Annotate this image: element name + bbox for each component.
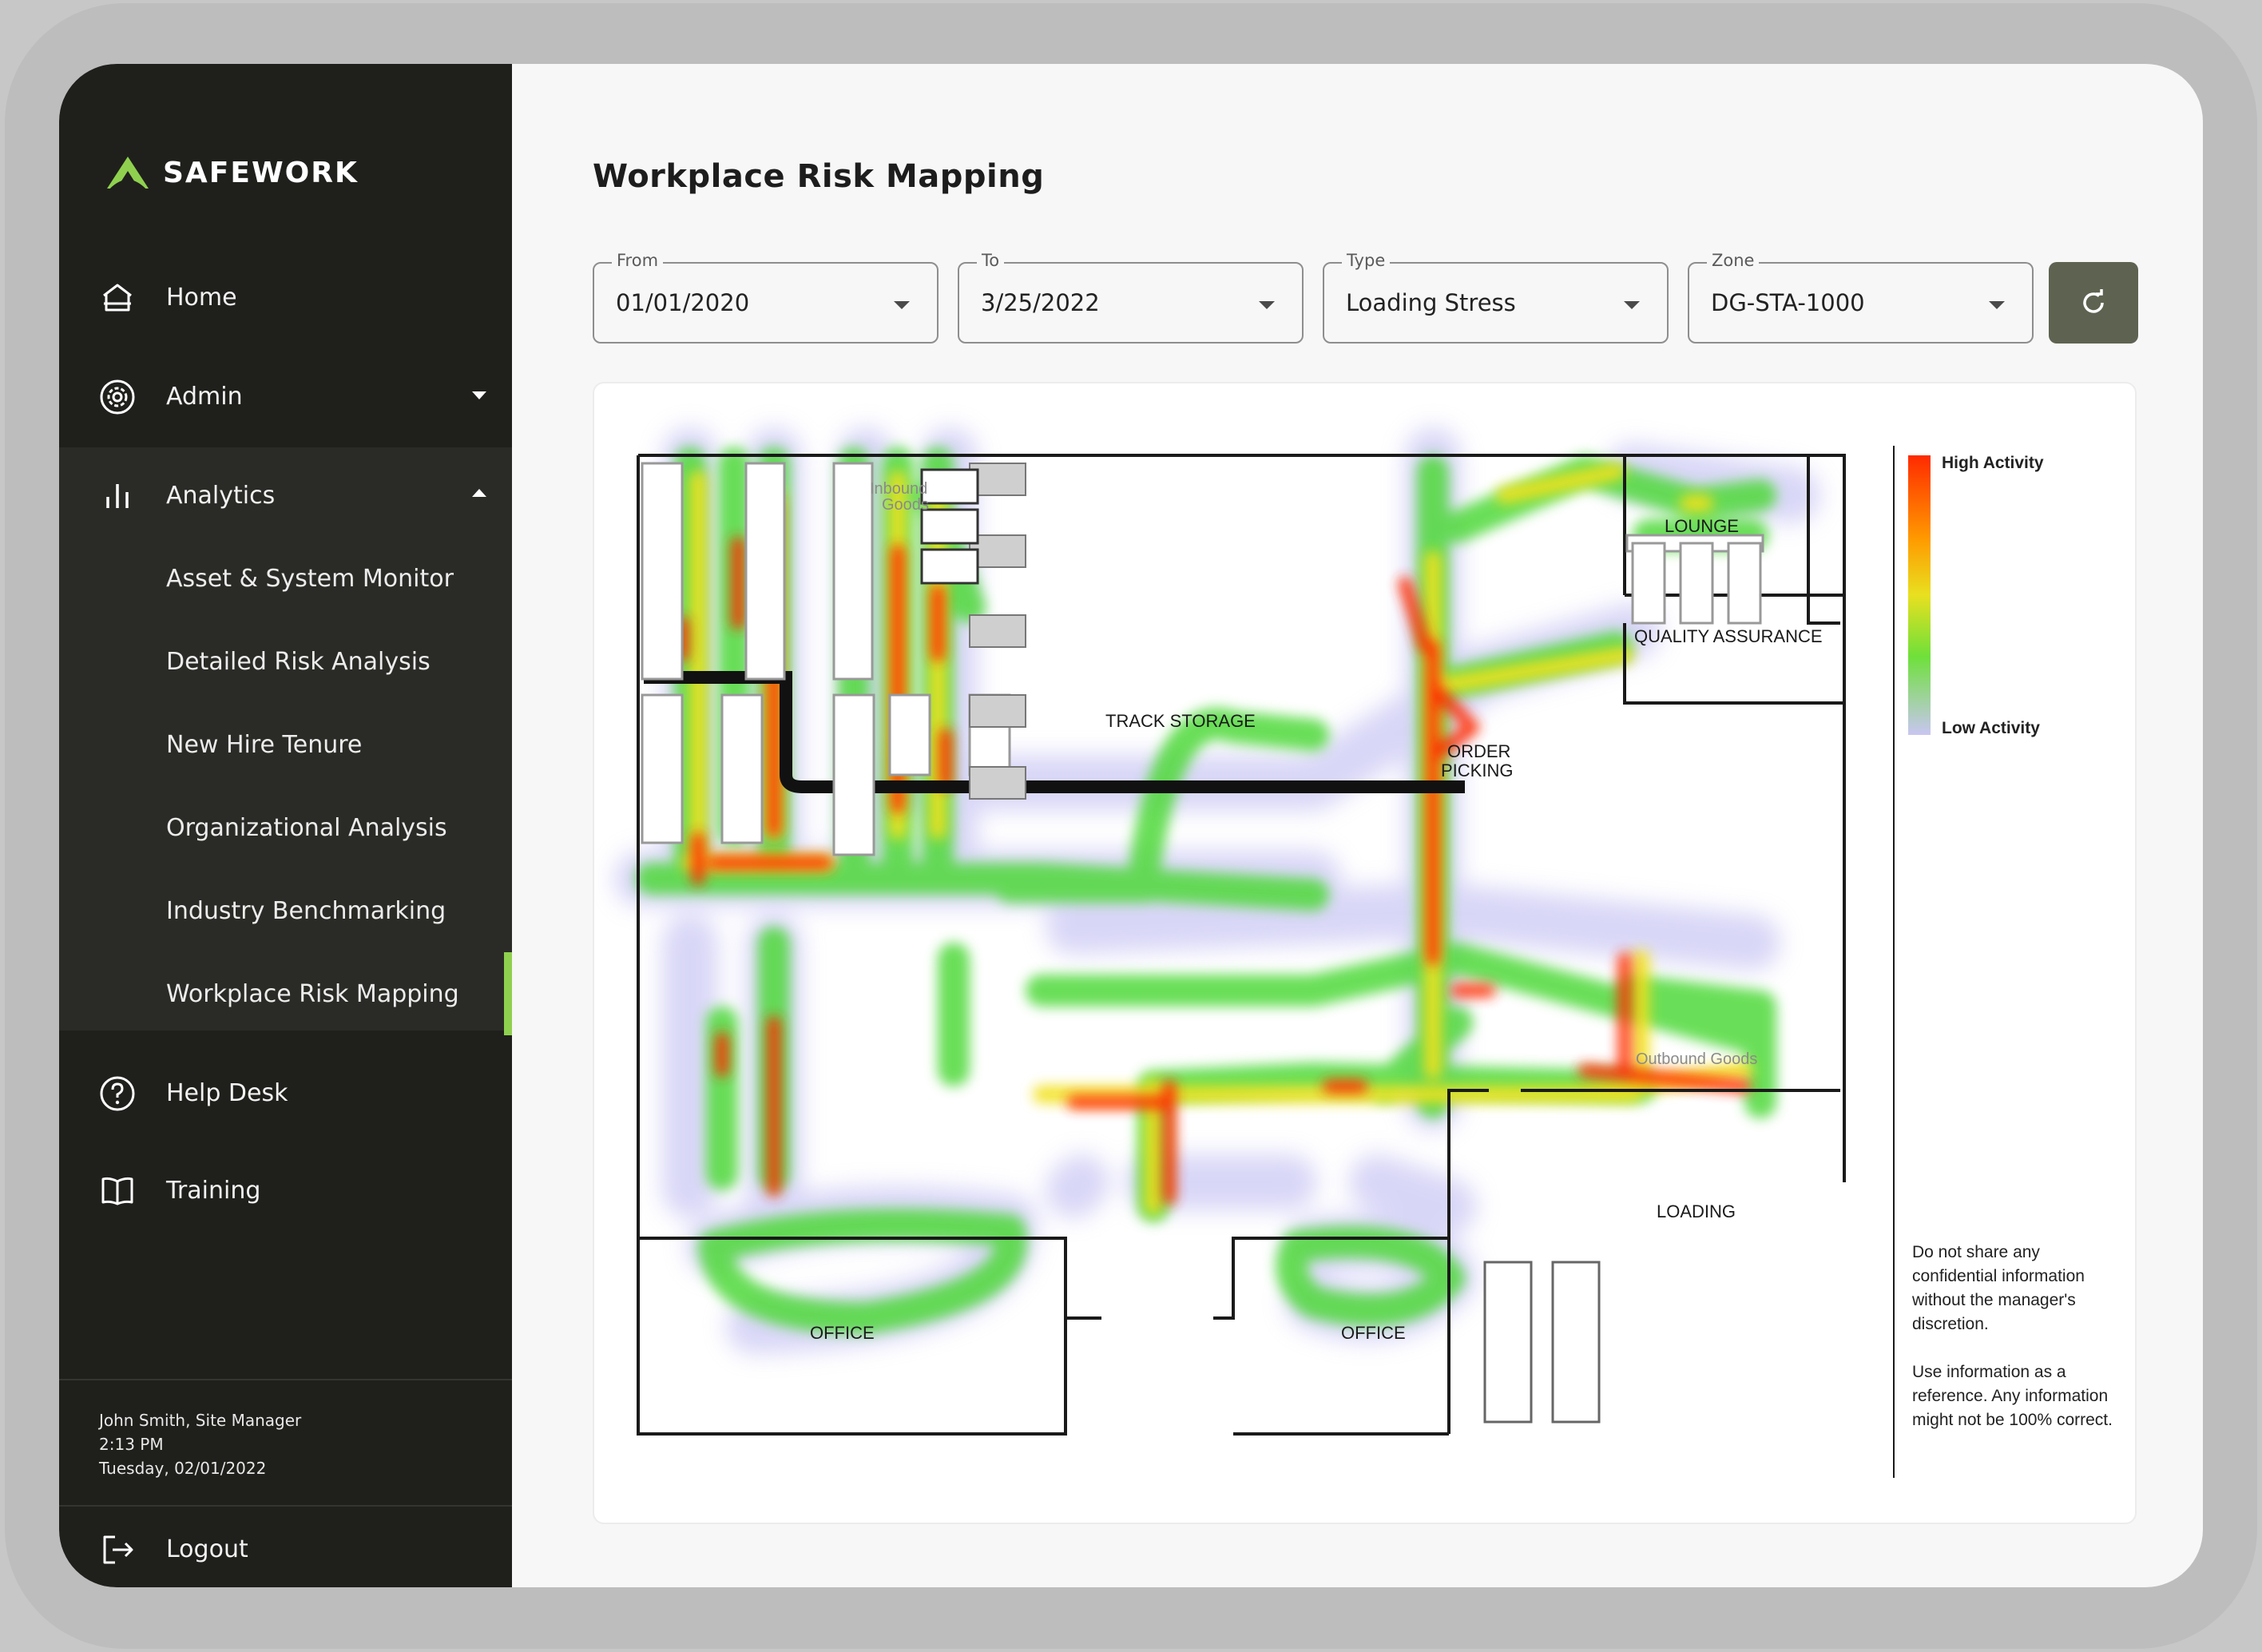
- order-picking-label: ORDER: [1447, 741, 1510, 761]
- chevron-down-icon: [472, 391, 486, 399]
- office-label-right: OFFICE: [1341, 1323, 1406, 1343]
- refresh-button[interactable]: [2049, 262, 2138, 344]
- sidebar-subitem-label: New Hire Tenure: [166, 730, 363, 759]
- from-date-select[interactable]: From 01/01/2020: [593, 251, 939, 344]
- sidebar-item-home[interactable]: Home: [59, 256, 512, 339]
- legend-high-activity: High Activity: [1942, 454, 2044, 472]
- sidebar-subitem-detailed-risk-analysis[interactable]: Detailed Risk Analysis: [59, 620, 512, 703]
- sidebar-subitem-label: Organizational Analysis: [166, 813, 447, 842]
- sidebar-subitem-asset-system-monitor[interactable]: Asset & System Monitor: [59, 537, 512, 620]
- sidebar-subitem-label: Detailed Risk Analysis: [166, 647, 431, 676]
- sidebar-divider: [59, 1379, 512, 1380]
- type-label: Type: [1342, 251, 1391, 270]
- track-storage-label: TRACK STORAGE: [1105, 711, 1256, 731]
- disclaimer-confidential: Do not share any confidential informatio…: [1912, 1243, 2085, 1333]
- floor-plan-heatmap: Inbound Goods LOUNGE QUALITY ASSURANCE T…: [614, 427, 1931, 1478]
- loading-label: LOADING: [1657, 1201, 1736, 1221]
- refresh-icon: [2083, 289, 2104, 313]
- sidebar-subitem-workplace-risk-mapping[interactable]: Workplace Risk Mapping: [59, 952, 512, 1035]
- sidebar-item-label: Admin: [166, 382, 243, 411]
- inbound-goods-label-line2: Goods: [882, 496, 929, 514]
- sidebar-subitem-label: Asset & System Monitor: [166, 564, 454, 593]
- user-time: 2:13 PM: [99, 1435, 164, 1454]
- sidebar-item-training[interactable]: Training: [59, 1149, 512, 1232]
- sidebar-subitem-new-hire-tenure[interactable]: New Hire Tenure: [59, 703, 512, 786]
- logout-button[interactable]: Logout: [59, 1507, 512, 1587]
- lounge-label: LOUNGE: [1665, 516, 1739, 536]
- to-label: To: [977, 251, 1005, 270]
- sidebar-subitem-label: Industry Benchmarking: [166, 896, 446, 925]
- logout-icon: [103, 1535, 133, 1564]
- sidebar-item-label: Help Desk: [166, 1078, 288, 1107]
- to-value: 3/25/2022: [981, 289, 1100, 316]
- sidebar-item-analytics[interactable]: Analytics: [59, 454, 512, 537]
- forklift-icons: [920, 468, 979, 585]
- bar-chart-icon: [106, 484, 129, 508]
- zone-value: DG-STA-1000: [1711, 289, 1865, 316]
- sidebar-item-label: Training: [166, 1176, 261, 1205]
- disclaimer-note: Do not share any confidential informatio…: [1912, 1241, 2128, 1432]
- sidebar-subitem-industry-benchmarking[interactable]: Industry Benchmarking: [59, 869, 512, 952]
- safework-logo-icon: [107, 157, 149, 192]
- sidebar-item-label: Home: [166, 283, 237, 312]
- chevron-up-icon: [472, 489, 486, 497]
- sidebar-item-label: Analytics: [166, 481, 276, 510]
- book-icon: [101, 1177, 133, 1205]
- zone-label: Zone: [1707, 251, 1760, 270]
- to-date-select[interactable]: To 3/25/2022: [958, 251, 1304, 344]
- activity-legend-gradient: [1908, 455, 1931, 735]
- zone-select[interactable]: Zone DG-STA-1000: [1688, 251, 2034, 344]
- user-name-role: John Smith, Site Manager: [99, 1411, 302, 1430]
- help-circle-icon: [100, 1076, 135, 1111]
- outbound-goods-label: Outbound Goods: [1636, 1050, 1757, 1068]
- brand-name: SAFEWORK: [163, 156, 359, 189]
- gear-icon: [100, 379, 135, 415]
- sidebar-item-admin[interactable]: Admin: [59, 355, 512, 438]
- sidebar-divider: [59, 1505, 512, 1507]
- brand-logo[interactable]: SAFEWORK: [104, 149, 359, 197]
- order-picking-label-line2: PICKING: [1441, 760, 1513, 780]
- sidebar-subitem-organizational-analysis[interactable]: Organizational Analysis: [59, 786, 512, 869]
- user-info: John Smith, Site Manager 2:13 PM Tuesday…: [99, 1408, 301, 1480]
- analytics-group: Analytics Asset & System Monitor Detaile…: [59, 447, 512, 1035]
- sidebar-subitem-label: Workplace Risk Mapping: [166, 979, 459, 1008]
- dropdown-arrow-icon: [1259, 301, 1275, 309]
- truck-icons: [1483, 1261, 1601, 1424]
- home-icon: [103, 284, 132, 312]
- sidebar: SAFEWORK Home Admin Analytics Asset & Sy…: [59, 64, 512, 1587]
- page-title: Workplace Risk Mapping: [593, 158, 1045, 195]
- sidebar-item-help-desk[interactable]: Help Desk: [59, 1051, 512, 1134]
- dropdown-arrow-icon: [1624, 301, 1640, 309]
- dropdown-arrow-icon: [894, 301, 910, 309]
- type-value: Loading Stress: [1346, 289, 1516, 316]
- from-label: From: [612, 251, 664, 270]
- type-select[interactable]: Type Loading Stress: [1323, 251, 1669, 344]
- from-value: 01/01/2020: [616, 289, 750, 316]
- app-screen: SAFEWORK Home Admin Analytics Asset & Sy…: [59, 64, 2203, 1587]
- risk-map-card: Inbound Goods LOUNGE QUALITY ASSURANCE T…: [593, 382, 2137, 1524]
- quality-assurance-label: QUALITY ASSURANCE: [1634, 626, 1823, 646]
- inbound-goods-label: Inbound: [870, 480, 927, 498]
- disclaimer-accuracy: Use information as a reference. Any info…: [1912, 1363, 2113, 1429]
- office-label-left: OFFICE: [810, 1323, 875, 1343]
- user-date: Tuesday, 02/01/2022: [99, 1459, 267, 1478]
- logout-label: Logout: [166, 1535, 248, 1563]
- dropdown-arrow-icon: [1989, 301, 2005, 309]
- legend-low-activity: Low Activity: [1942, 719, 2040, 737]
